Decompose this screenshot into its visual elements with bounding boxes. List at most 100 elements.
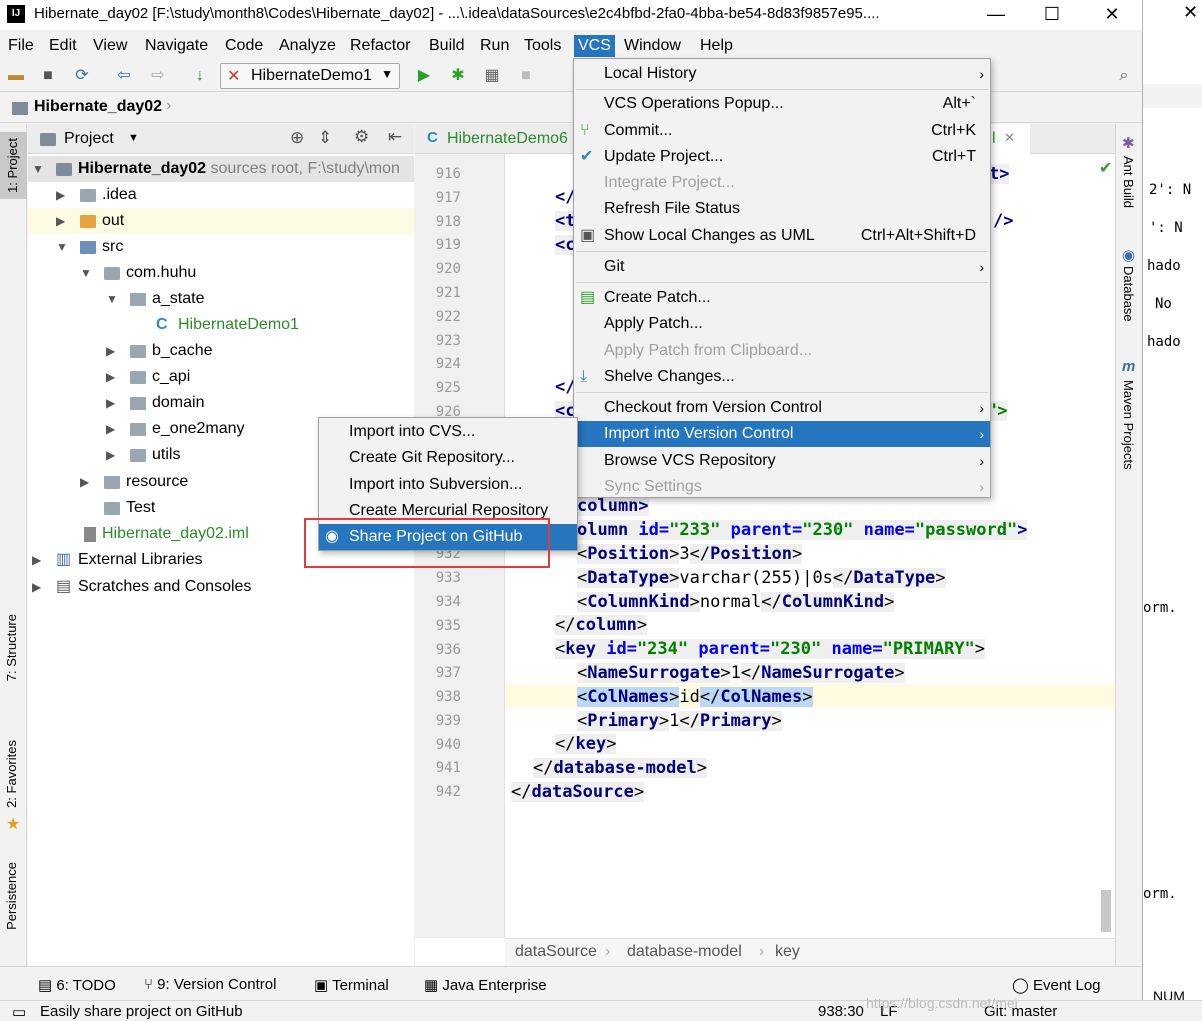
menu-item-shelve-changes[interactable]: ⤓ Shelve Changes... <box>574 364 990 390</box>
breadcrumb-item[interactable]: database-model <box>627 943 742 961</box>
uml-icon: ▣ <box>580 227 596 244</box>
breadcrumb-item[interactable]: dataSource <box>515 943 597 961</box>
forward-icon[interactable]: ⇨ <box>148 66 168 86</box>
tree-item-com-huhu[interactable]: ▼ com.huhu <box>28 260 414 286</box>
caret-position[interactable]: 938:30 <box>818 1003 864 1020</box>
tree-item-hibernate-day02[interactable]: ▼ Hibernate_day02 sources root, F:\study… <box>28 156 414 182</box>
menu-file[interactable]: File <box>6 35 36 57</box>
gear-icon[interactable]: ⚙ <box>354 127 369 147</box>
favorites-tool-button[interactable]: 2: Favorites <box>4 740 19 808</box>
tree-item-a-state[interactable]: ▼ a_state <box>28 286 414 312</box>
menu-item-integrate-project[interactable]: Integrate Project... <box>574 170 990 196</box>
editor-scrollbar[interactable] <box>1101 890 1111 932</box>
menu-item-create-patch[interactable]: ▤ Create Patch... <box>574 285 990 311</box>
menu-item-local-history[interactable]: Local History › <box>574 61 990 87</box>
menu-tools[interactable]: Tools <box>522 35 563 57</box>
menu-build[interactable]: Build <box>427 35 467 57</box>
hide-panel-icon[interactable]: ⇤ <box>388 127 402 147</box>
version-control-tool-button[interactable]: ⑂ 9: Version Control <box>144 976 276 993</box>
menu-item-git[interactable]: Git › <box>574 254 990 280</box>
menu-item-show-local-changes-uml[interactable]: ▣ Show Local Changes as UML Ctrl+Alt+Shift… <box>574 223 990 249</box>
back-icon[interactable]: ⇦ <box>114 66 134 86</box>
menu-refactor[interactable]: Refactor <box>348 35 412 57</box>
tree-item-src[interactable]: ▼ src <box>28 234 414 260</box>
menu-vcs[interactable]: VCS <box>574 35 615 57</box>
menu-item-commit[interactable]: ⑂ Commit... Ctrl+K <box>574 118 990 144</box>
database-tool-button[interactable]: Database <box>1121 266 1136 322</box>
menu-item-checkout[interactable]: Checkout from Version Control › <box>574 395 990 421</box>
right-tool-stripe: ✱ Ant Build ◉ Database m Maven Projects <box>1115 124 1142 966</box>
menu-item-refresh-file-status[interactable]: Refresh File Status <box>574 196 990 222</box>
tab-hibernatedemo6[interactable]: C HibernateDemo6 <box>415 124 575 154</box>
num-lock-indicator: NUM <box>1153 988 1185 1000</box>
menu-edit[interactable]: Edit <box>47 35 79 57</box>
menu-item-import-into-cvs[interactable]: Import into CVS... <box>319 419 577 445</box>
search-everywhere-icon[interactable]: ⌕ <box>1114 66 1134 86</box>
chevron-down-icon[interactable]: ▼ <box>128 132 139 144</box>
menu-item-apply-patch-clipboard[interactable]: Apply Patch from Clipboard... <box>574 338 990 364</box>
todo-tool-button[interactable]: ▤ 6: TODO <box>38 976 116 994</box>
coverage-icon[interactable]: ▦ <box>482 66 502 86</box>
nav-crumb-project[interactable]: Hibernate_day02 <box>34 98 162 116</box>
menu-window[interactable]: Window <box>622 35 683 57</box>
stop-icon[interactable]: ■ <box>516 66 536 86</box>
menu-item-apply-patch[interactable]: Apply Patch... <box>574 311 990 337</box>
persistence-tool-button[interactable]: Persistence <box>4 862 19 930</box>
patch-icon: ▤ <box>580 289 596 306</box>
menu-item-sync-settings[interactable]: Sync Settings › <box>574 474 990 500</box>
debug-icon[interactable]: ✱ <box>448 66 468 86</box>
run-configuration-select[interactable]: ✕ HibernateDemo1 ▼ <box>220 63 400 89</box>
folder-icon <box>80 189 96 202</box>
java-enterprise-tool-button[interactable]: ▦ Java Enterprise <box>424 976 547 994</box>
project-tool-button[interactable]: 1: Project <box>0 132 27 199</box>
menu-item-vcs-operations-popup[interactable]: VCS Operations Popup... Alt+` <box>574 91 990 117</box>
line-number: 936 <box>435 642 461 658</box>
collapse-all-icon[interactable]: ⇕ <box>318 128 332 148</box>
run-icon[interactable]: ▶ <box>414 66 434 86</box>
close-button[interactable]: ✕ <box>1092 2 1132 26</box>
terminal-tool-button[interactable]: ▣ Terminal <box>314 976 389 994</box>
tree-label: Scratches and Consoles <box>78 578 252 595</box>
tree-label: out <box>102 212 125 229</box>
menu-view[interactable]: View <box>91 35 129 57</box>
menu-help[interactable]: Help <box>698 35 735 57</box>
tree-item-idea[interactable]: ▶ .idea <box>28 182 414 208</box>
event-log-tool-button[interactable]: ◯ Event Log <box>1012 976 1101 994</box>
menu-item-import-into-subversion[interactable]: Import into Subversion... <box>319 472 577 498</box>
ant-build-tool-button[interactable]: Ant Build <box>1121 156 1136 208</box>
project-view-select[interactable]: Project <box>64 130 114 148</box>
menu-navigate[interactable]: Navigate <box>143 35 210 57</box>
menu-run[interactable]: Run <box>478 35 511 57</box>
chevron-right-icon: › <box>979 66 984 82</box>
menu-code[interactable]: Code <box>223 35 265 57</box>
tree-item-out[interactable]: ▶ out <box>28 208 414 234</box>
code-line-934: <ColumnKind>normal</ColumnKind> <box>577 592 895 612</box>
minimize-button[interactable]: — <box>976 2 1016 26</box>
menu-item-create-git-repository[interactable]: Create Git Repository... <box>319 445 577 471</box>
package-icon <box>130 371 146 384</box>
save-icon[interactable]: ■ <box>38 66 58 86</box>
code-line-936: <key id="234" parent="230" name="PRIMARY… <box>555 639 986 659</box>
menu-item-browse-vcs-repository[interactable]: Browse VCS Repository › <box>574 448 990 474</box>
menu-analyze[interactable]: Analyze <box>277 35 338 57</box>
locate-icon[interactable]: ⊕ <box>290 128 304 148</box>
tree-item-hibernatedemo1[interactable]: C HibernateDemo1 <box>28 312 414 338</box>
tree-item-c-api[interactable]: ▶ c_api <box>28 364 414 390</box>
build-icon[interactable]: ↓ <box>190 66 210 86</box>
tab-active[interactable]: l ✕ <box>990 124 1030 154</box>
breadcrumb-item[interactable]: key <box>775 943 800 961</box>
tree-item-domain[interactable]: ▶ domain <box>28 390 414 416</box>
sync-icon[interactable]: ⟳ <box>72 66 92 86</box>
maximize-button[interactable]: ☐ <box>1032 2 1072 26</box>
tree-item-b-cache[interactable]: ▶ b_cache <box>28 338 414 364</box>
class-icon: C <box>427 129 438 146</box>
menu-item-import-into-vcs[interactable]: Import into Version Control › <box>574 421 990 447</box>
structure-tool-button[interactable]: 7: Structure <box>4 614 19 681</box>
maven-projects-tool-button[interactable]: Maven Projects <box>1121 380 1136 470</box>
line-number: 917 <box>435 190 461 206</box>
open-folder-icon[interactable]: ▬ <box>6 66 26 86</box>
tree-item-scratches[interactable]: ▶ ▤ Scratches and Consoles <box>28 574 414 600</box>
close-tab-icon[interactable]: ✕ <box>1004 130 1015 146</box>
menu-item-update-project[interactable]: ✔ Update Project... Ctrl+T <box>574 144 990 170</box>
close-icon: ✕ <box>1183 2 1199 22</box>
